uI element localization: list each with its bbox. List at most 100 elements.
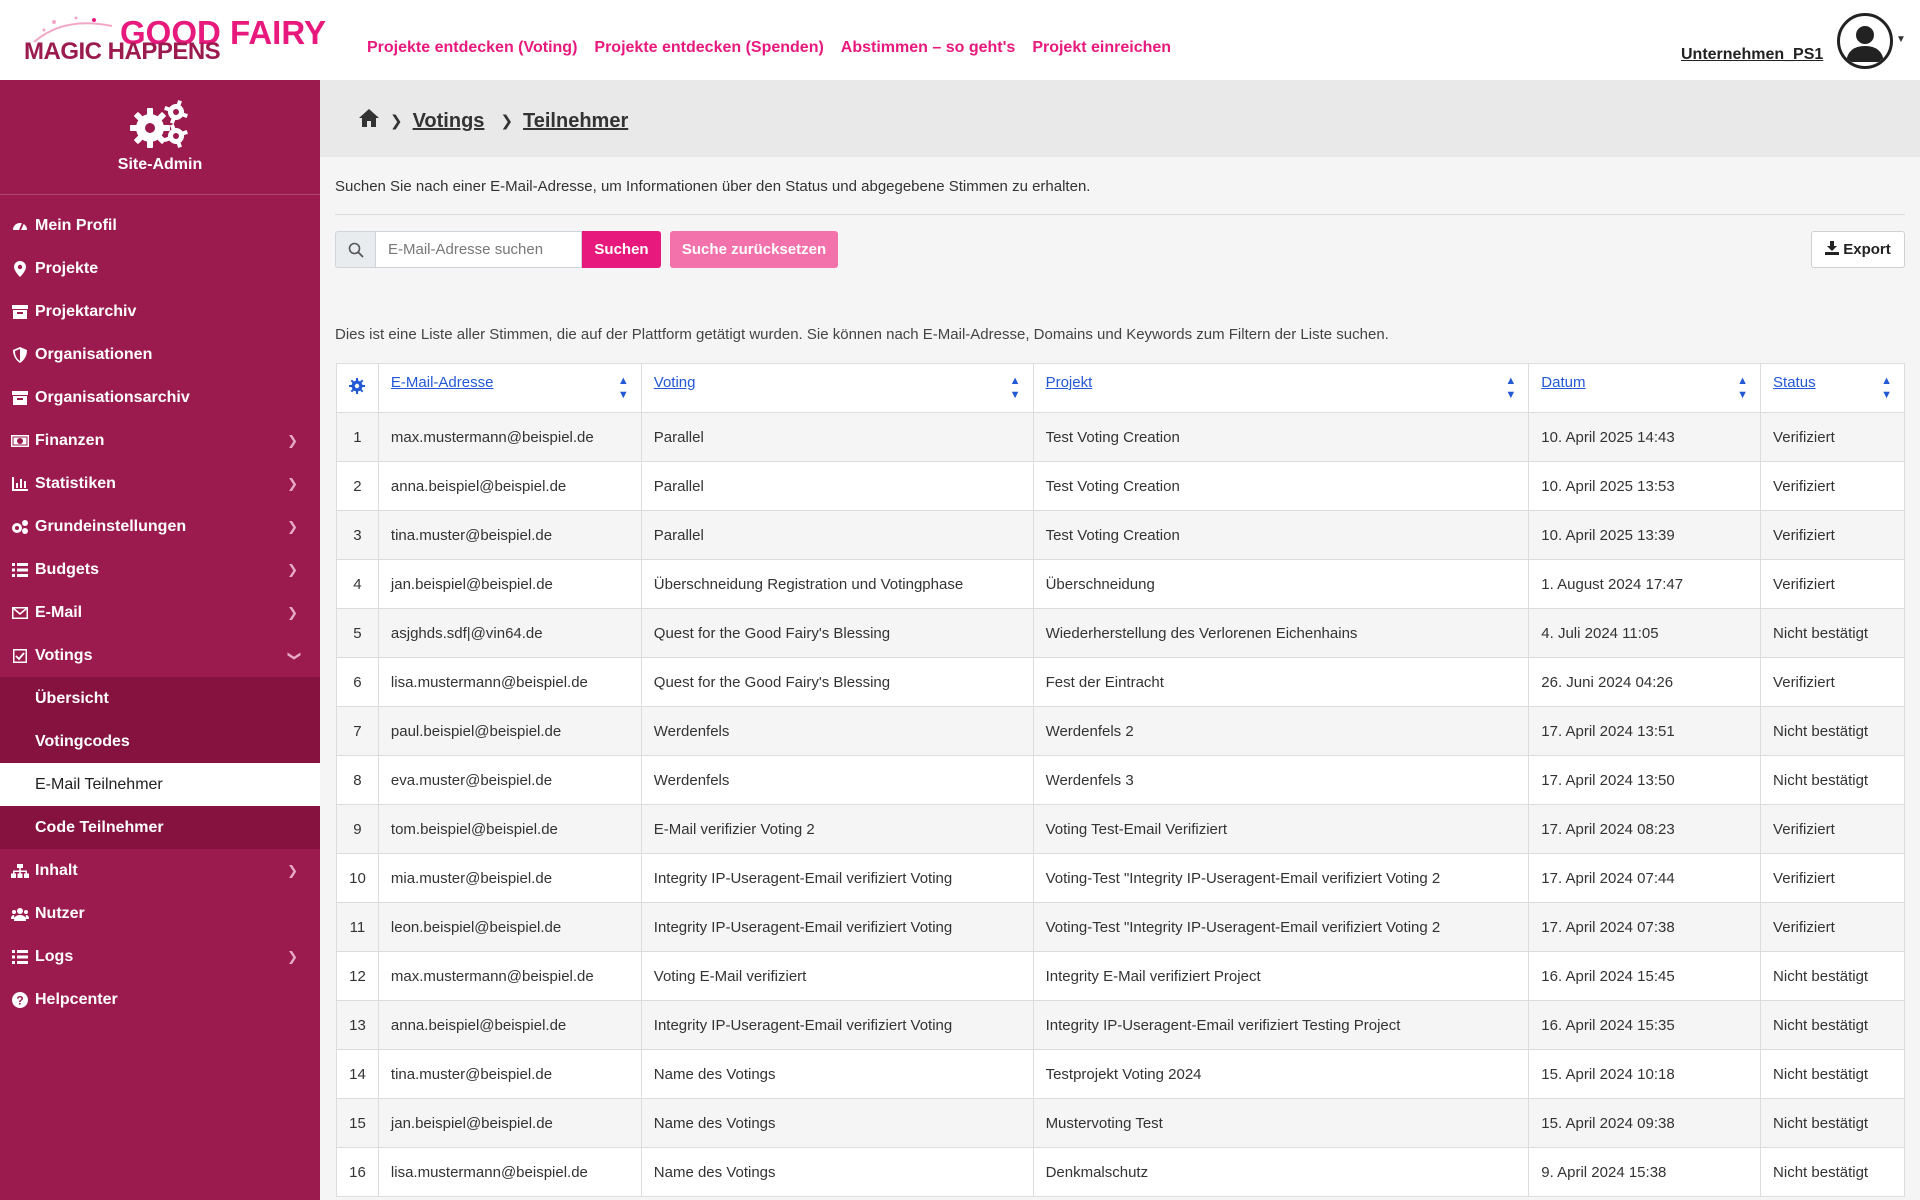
caret-down-icon[interactable]: ▼ bbox=[1896, 34, 1906, 45]
search-form: Suchen Suche zurücksetzen bbox=[335, 231, 838, 268]
username-link[interactable]: Unternehmen_PS1 bbox=[1681, 46, 1823, 64]
sort-icon[interactable]: ▲ ▼ bbox=[1010, 374, 1021, 402]
list-icon bbox=[11, 561, 29, 579]
cell-projekt: Überschneidung bbox=[1032, 559, 1530, 609]
gear-icon[interactable] bbox=[349, 378, 366, 398]
cell-status: Verifiziert bbox=[1760, 461, 1905, 511]
email-search-input[interactable] bbox=[375, 231, 582, 268]
svg-text:?: ? bbox=[16, 993, 23, 1007]
sidebar-item-inhalt[interactable]: Inhalt ❯ bbox=[0, 849, 320, 892]
sidebar-subitem-uebersicht[interactable]: Übersicht bbox=[0, 677, 320, 720]
column-header-email[interactable]: E-Mail-Adresse ▲ ▼ bbox=[377, 363, 642, 413]
table-row[interactable]: 11 leon.beispiel@beispiel.de Integrity IP-… bbox=[336, 902, 1905, 952]
table-row[interactable]: 6 lisa.mustermann@beispiel.de Quest for th… bbox=[336, 657, 1905, 707]
list-icon bbox=[11, 948, 29, 966]
column-header-projekt[interactable]: Projekt ▲ ▼ bbox=[1032, 363, 1530, 413]
table-row[interactable]: 5 asjghds.sdf|@vin64.de Quest for the Good… bbox=[336, 608, 1905, 658]
table-row[interactable]: 13 anna.beispiel@beispiel.de Integrity IP-… bbox=[336, 1000, 1905, 1050]
row-number: 13 bbox=[336, 1000, 379, 1050]
bar-chart-icon bbox=[11, 475, 29, 493]
sidebar-item-votings[interactable]: Votings ❯ bbox=[0, 634, 320, 677]
cell-status: Verifiziert bbox=[1760, 559, 1905, 609]
row-number: 14 bbox=[336, 1049, 379, 1099]
breadcrumb-teilnehmer[interactable]: Teilnehmer bbox=[523, 110, 628, 133]
table-row[interactable]: 12 max.mustermann@beispiel.de Voting E-Mai… bbox=[336, 951, 1905, 1001]
sidebar-item-logs[interactable]: Logs ❯ bbox=[0, 935, 320, 978]
sidebar-item-mein-profil[interactable]: Mein Profil bbox=[0, 204, 320, 247]
search-button[interactable]: Suchen bbox=[582, 231, 661, 268]
breadcrumb-votings[interactable]: Votings bbox=[413, 110, 485, 133]
sort-icon[interactable]: ▲ ▼ bbox=[618, 374, 629, 402]
sidebar-subitem-code-teilnehmer[interactable]: Code Teilnehmer bbox=[0, 806, 320, 849]
sort-icon[interactable]: ▲ ▼ bbox=[1505, 374, 1516, 402]
cell-projekt: Denkmalschutz bbox=[1032, 1147, 1530, 1197]
column-header-status[interactable]: Status ▲ ▼ bbox=[1760, 363, 1905, 413]
row-number: 1 bbox=[336, 412, 379, 462]
sidebar-item-statistiken[interactable]: Statistiken ❯ bbox=[0, 462, 320, 505]
table-row[interactable]: 9 tom.beispiel@beispiel.de E-Mail verifizi… bbox=[336, 804, 1905, 854]
export-button[interactable]: Export bbox=[1811, 231, 1905, 268]
nav-abstimmen[interactable]: Abstimmen – so geht's bbox=[841, 39, 1016, 57]
top-navigation: Projekte entdecken (Voting) Projekte ent… bbox=[367, 39, 1171, 57]
cell-datum: 15. April 2024 10:18 bbox=[1528, 1049, 1762, 1099]
brand-logo[interactable]: GOOD FAIRY MAGIC HAPPENS bbox=[24, 14, 329, 66]
sidebar-item-grundeinstellungen[interactable]: Grundeinstellungen ❯ bbox=[0, 505, 320, 548]
sidebar-item-label: Helpcenter bbox=[35, 990, 118, 1008]
table-row[interactable]: 16 lisa.mustermann@beispiel.de Name des Vo… bbox=[336, 1147, 1905, 1197]
sidebar-item-finanzen[interactable]: Finanzen ❯ bbox=[0, 419, 320, 462]
sidebar-item-organisationsarchiv[interactable]: Organisationsarchiv bbox=[0, 376, 320, 419]
cell-projekt: Voting-Test "Integrity IP-Useragent-Emai… bbox=[1032, 853, 1530, 903]
chevron-right-icon: ❯ bbox=[287, 562, 298, 577]
column-settings-header[interactable] bbox=[336, 363, 379, 413]
row-number: 5 bbox=[336, 608, 379, 658]
reset-search-button[interactable]: Suche zurücksetzen bbox=[670, 231, 838, 268]
sidebar-item-nutzer[interactable]: Nutzer bbox=[0, 892, 320, 935]
sidebar-subitem-votingcodes[interactable]: Votingcodes bbox=[0, 720, 320, 763]
cell-datum: 16. April 2024 15:45 bbox=[1528, 951, 1762, 1001]
table-row[interactable]: 14 tina.muster@beispiel.de Name des Voting… bbox=[336, 1049, 1905, 1099]
cell-status: Verifiziert bbox=[1760, 853, 1905, 903]
table-row[interactable]: 8 eva.muster@beispiel.de Werdenfels Werdenf… bbox=[336, 755, 1905, 805]
sidebar-item-projekte[interactable]: Projekte bbox=[0, 247, 320, 290]
column-header-voting[interactable]: Voting ▲ ▼ bbox=[640, 363, 1034, 413]
row-number: 11 bbox=[336, 902, 379, 952]
cell-datum: 17. April 2024 13:50 bbox=[1528, 755, 1762, 805]
sidebar-item-helpcenter[interactable]: ? Helpcenter bbox=[0, 978, 320, 1021]
cell-status: Nicht bestätigt bbox=[1760, 1098, 1905, 1148]
nav-spenden[interactable]: Projekte entdecken (Spenden) bbox=[594, 39, 823, 57]
table-row[interactable]: 7 paul.beispiel@beispiel.de Werdenfels Werd… bbox=[336, 706, 1905, 756]
column-label: Voting bbox=[653, 374, 696, 391]
row-number: 7 bbox=[336, 706, 379, 756]
home-icon[interactable] bbox=[358, 108, 380, 134]
sidebar-subitem-email-teilnehmer[interactable]: E-Mail Teilnehmer bbox=[0, 763, 320, 806]
sort-icon[interactable]: ▲ ▼ bbox=[1737, 374, 1748, 402]
cell-projekt: Test Voting Creation bbox=[1032, 412, 1530, 462]
table-row[interactable]: 4 jan.beispiel@beispiel.de Überschneidung … bbox=[336, 559, 1905, 609]
sidebar-item-email[interactable]: E-Mail ❯ bbox=[0, 591, 320, 634]
table-row[interactable]: 2 anna.beispiel@beispiel.de Parallel Test V… bbox=[336, 461, 1905, 511]
chevron-right-icon: ❯ bbox=[287, 476, 298, 491]
main-content: ❯ Votings ❯ Teilnehmer Suchen Sie nach e… bbox=[320, 80, 1920, 1200]
column-header-datum[interactable]: Datum ▲ ▼ bbox=[1528, 363, 1762, 413]
cell-email: tina.muster@beispiel.de bbox=[377, 510, 642, 560]
table-row[interactable]: 3 tina.muster@beispiel.de Parallel Test Vot… bbox=[336, 510, 1905, 560]
cell-voting: Quest for the Good Fairy's Blessing bbox=[640, 608, 1034, 658]
cell-datum: 17. April 2024 08:23 bbox=[1528, 804, 1762, 854]
sort-icon[interactable]: ▲ ▼ bbox=[1881, 374, 1892, 402]
table-header-row: E-Mail-Adresse ▲ ▼ Voting ▲ ▼ Projekt ▲ ▼ Datu… bbox=[336, 363, 1905, 413]
breadcrumb: ❯ Votings ❯ Teilnehmer bbox=[358, 108, 628, 134]
nav-projekt-einreichen[interactable]: Projekt einreichen bbox=[1032, 39, 1171, 57]
gears-icon bbox=[130, 100, 188, 148]
chevron-right-icon: ❯ bbox=[500, 113, 514, 130]
sidebar-item-organisationen[interactable]: Organisationen bbox=[0, 333, 320, 376]
sidebar-item-projektarchiv[interactable]: Projektarchiv bbox=[0, 290, 320, 333]
user-circle-icon[interactable] bbox=[1837, 13, 1893, 69]
table-row[interactable]: 1 max.mustermann@beispiel.de Parallel Test … bbox=[336, 412, 1905, 462]
table-row[interactable]: 15 jan.beispiel@beispiel.de Name des Votin… bbox=[336, 1098, 1905, 1148]
cell-status: Nicht bestätigt bbox=[1760, 1147, 1905, 1197]
table-row[interactable]: 10 mia.muster@beispiel.de Integrity IP-Use… bbox=[336, 853, 1905, 903]
sidebar-item-budgets[interactable]: Budgets ❯ bbox=[0, 548, 320, 591]
cell-email: anna.beispiel@beispiel.de bbox=[377, 1000, 642, 1050]
envelope-icon bbox=[11, 604, 29, 622]
nav-voting[interactable]: Projekte entdecken (Voting) bbox=[367, 39, 577, 57]
